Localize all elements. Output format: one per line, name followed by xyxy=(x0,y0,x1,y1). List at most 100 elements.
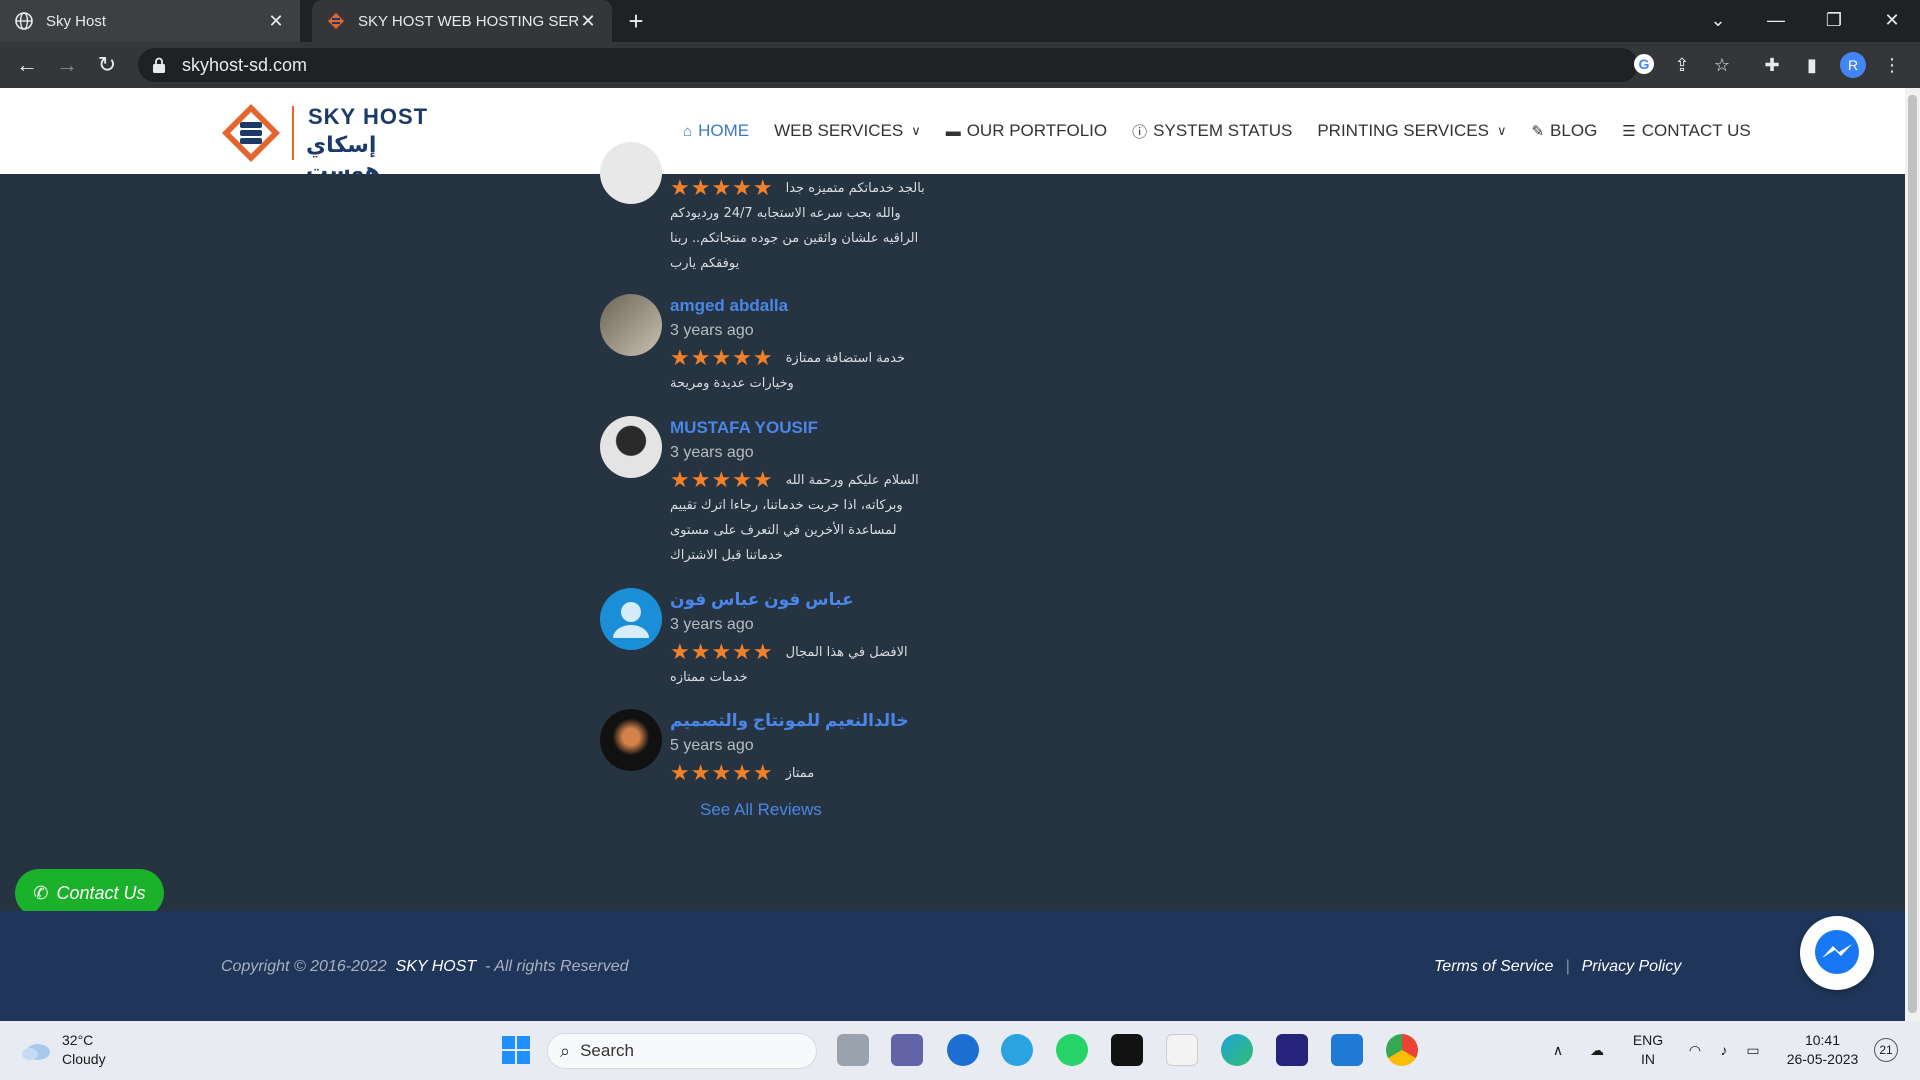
see-all-reviews-link[interactable]: See All Reviews xyxy=(700,800,822,820)
reviewer-avatar[interactable] xyxy=(600,709,662,771)
nav-label: SYSTEM STATUS xyxy=(1153,121,1293,140)
review-text: ★★★★★ خدمة استضافة ممتازة وخيارات عديدة و… xyxy=(670,346,905,391)
nav-contact-us[interactable]: ☰ CONTACT US xyxy=(1622,121,1750,141)
telegram-icon[interactable] xyxy=(1001,1034,1033,1066)
nav-system-status[interactable]: ⓘ SYSTEM STATUS xyxy=(1132,121,1292,142)
close-window-icon[interactable]: ✕ xyxy=(1864,0,1920,42)
google-reviews-section: ★★★★★ بالجد خدماتكم متميزه جدا والله بحب … xyxy=(0,142,1905,911)
nav-label: HOME xyxy=(698,121,750,140)
amazon-music-icon[interactable] xyxy=(1276,1034,1308,1066)
reviewer-name[interactable]: خالدالنعيم للمونتاج والتصميم xyxy=(670,711,909,731)
site-logo[interactable]: SKY HOST إسكاي هوست xyxy=(220,102,450,183)
clock[interactable]: 10:41 26-05-2023 xyxy=(1775,1021,1870,1080)
nav-home[interactable]: ⌂ HOME xyxy=(683,121,749,141)
reviewer-name[interactable]: عباس فون عباس فون xyxy=(670,590,854,610)
battery-icon[interactable]: ▭ xyxy=(1741,1021,1765,1080)
footer-brand-link[interactable]: SKY HOST xyxy=(396,958,477,975)
weather-widget[interactable]: 32°C Cloudy xyxy=(20,1031,106,1069)
review-time: 3 years ago xyxy=(670,322,754,339)
weather-temp: 32°C xyxy=(62,1032,94,1048)
contact-card-icon: ☰ xyxy=(1622,123,1636,140)
vscode-icon[interactable] xyxy=(1331,1034,1363,1066)
google-icon[interactable]: G xyxy=(1632,53,1656,77)
tab-search-icon[interactable]: ⌄ xyxy=(1690,0,1746,42)
language-indicator[interactable]: ENG IN xyxy=(1628,1021,1668,1080)
browser-toolbar: ← → ↻ skyhost-sd.com G ⇪ ☆ ✚ ▮ ⋮ xyxy=(0,42,1920,88)
extensions-icon[interactable]: ✚ xyxy=(1760,53,1784,77)
reviewer-avatar[interactable] xyxy=(600,416,662,478)
back-icon[interactable]: ← xyxy=(12,50,42,80)
info-icon: ⓘ xyxy=(1132,123,1148,141)
terms-link[interactable]: Terms of Service xyxy=(1434,958,1553,975)
clock-time: 10:41 xyxy=(1804,1032,1841,1048)
forward-icon[interactable]: → xyxy=(52,50,82,80)
wifi-icon[interactable]: ◠ xyxy=(1683,1021,1707,1080)
microsoft-store-icon[interactable] xyxy=(1166,1034,1198,1066)
rating-stars-icon: ★★★★★ xyxy=(670,346,774,371)
address-bar[interactable]: skyhost-sd.com xyxy=(138,48,1638,82)
minimize-icon[interactable]: — xyxy=(1748,0,1804,42)
epic-games-icon[interactable] xyxy=(1111,1034,1143,1066)
legal-links: Terms of Service | Privacy Policy xyxy=(1434,958,1681,976)
onedrive-icon[interactable]: ☁ xyxy=(1585,1021,1609,1080)
close-tab-icon[interactable]: ✕ xyxy=(578,11,598,32)
search-placeholder: Search xyxy=(580,1041,634,1060)
teams-icon[interactable] xyxy=(891,1034,923,1066)
restore-icon[interactable]: ❐ xyxy=(1806,0,1862,42)
windows-start-icon[interactable] xyxy=(500,1034,532,1066)
search-icon: ⌕ xyxy=(560,1040,571,1061)
default-user-avatar-icon[interactable] xyxy=(600,588,662,650)
chrome-icon[interactable] xyxy=(1386,1034,1418,1066)
side-panel-icon[interactable]: ▮ xyxy=(1800,53,1824,77)
reviewer-name[interactable]: MUSTAFA YOUSIF xyxy=(670,418,818,438)
nav-printing-services[interactable]: PRINTING SERVICES ∨ xyxy=(1317,121,1506,141)
volume-icon[interactable]: ♪ xyxy=(1712,1021,1736,1080)
logo-emblem-icon xyxy=(222,104,280,162)
contact-button-label: Contact Us xyxy=(56,882,146,903)
menu-kebab-icon[interactable]: ⋮ xyxy=(1880,53,1904,77)
whatsapp-contact-button[interactable]: ✆ Contact Us xyxy=(15,869,164,917)
scrollbar-thumb[interactable] xyxy=(1908,95,1917,1013)
nav-our-portfolio[interactable]: ▬ OUR PORTFOLIO xyxy=(946,121,1107,141)
main-nav: ⌂ HOME WEB SERVICES ∨ ▬ OUR PORTFOLIO ⓘ … xyxy=(683,88,1776,174)
new-tab-button[interactable]: + xyxy=(620,6,652,38)
privacy-link[interactable]: Privacy Policy xyxy=(1582,958,1682,975)
svg-text:G: G xyxy=(1639,56,1650,72)
profile-avatar[interactable]: R xyxy=(1840,52,1866,78)
windows-taskbar: 32°C Cloudy ⌕ Search ∧ ☁ ENG IN ◠ ♪ ▭ 10… xyxy=(0,1021,1920,1080)
lock-icon xyxy=(153,57,165,73)
reviewer-avatar[interactable] xyxy=(600,294,662,356)
review-time: 3 years ago xyxy=(670,444,754,461)
share-icon[interactable]: ⇪ xyxy=(1670,53,1694,77)
rating-stars-icon: ★★★★★ xyxy=(670,176,774,201)
edit-icon: ✎ xyxy=(1531,123,1545,140)
notification-badge[interactable]: 21 xyxy=(1874,1038,1898,1062)
show-hidden-icons-icon[interactable]: ∧ xyxy=(1548,1021,1568,1080)
review-text: ★★★★★ الافضل في هذا المجال خدمات ممتازه xyxy=(670,640,908,685)
bookmark-star-icon[interactable]: ☆ xyxy=(1710,53,1734,77)
nav-web-services[interactable]: WEB SERVICES ∨ xyxy=(774,121,921,141)
nav-label: BLOG xyxy=(1550,121,1598,140)
messenger-chat-button[interactable] xyxy=(1800,916,1874,990)
messenger-icon xyxy=(1815,930,1859,974)
tab-sky-host[interactable]: Sky Host ✕ xyxy=(0,0,300,42)
chevron-down-icon: ∨ xyxy=(911,123,921,138)
teamviewer-icon[interactable] xyxy=(947,1034,979,1066)
tab-sky-host-web-hosting[interactable]: SKY HOST WEB HOSTING SERVIC ✕ xyxy=(312,0,612,42)
site-footer: Copyright © 2016-2022 SKY HOST - All rig… xyxy=(0,911,1905,1021)
close-tab-icon[interactable]: ✕ xyxy=(266,11,286,32)
rating-stars-icon: ★★★★★ xyxy=(670,468,774,493)
reviewer-name[interactable]: amged abdalla xyxy=(670,296,788,316)
logo-text-en: SKY HOST xyxy=(308,104,429,129)
edge-icon[interactable] xyxy=(1221,1034,1253,1066)
reviewer-avatar[interactable] xyxy=(600,142,662,204)
whatsapp-app-icon[interactable] xyxy=(1056,1034,1088,1066)
reload-icon[interactable]: ↻ xyxy=(92,50,122,80)
nav-label: WEB SERVICES xyxy=(774,121,904,140)
review-text: ★★★★★ ممتاز xyxy=(670,761,815,786)
task-view-icon[interactable] xyxy=(837,1034,869,1066)
nav-blog[interactable]: ✎ BLOG xyxy=(1531,121,1597,141)
nav-label: OUR PORTFOLIO xyxy=(966,121,1108,140)
taskbar-search-input[interactable]: ⌕ Search xyxy=(547,1033,817,1069)
logo-divider xyxy=(292,106,294,160)
